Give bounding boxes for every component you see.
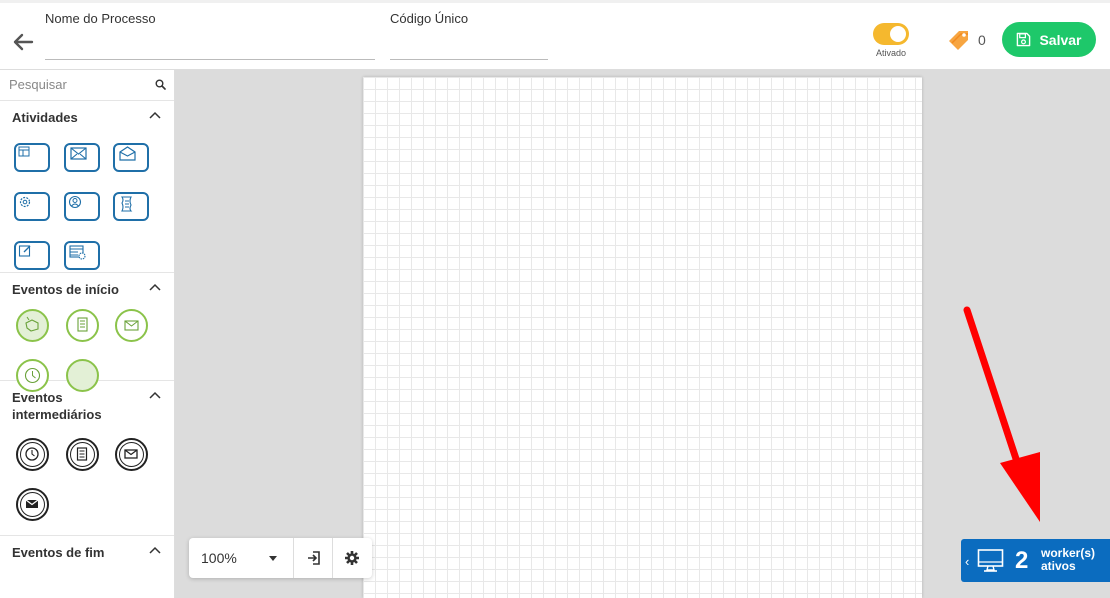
process-name-field: Nome do Processo — [45, 11, 375, 60]
process-editor: Nome do Processo Código Único Ativado 0 — [0, 0, 1110, 598]
monitor-icon — [977, 549, 1004, 572]
top-bar: Nome do Processo Código Único Ativado 0 — [0, 0, 1110, 70]
active-workers-panel[interactable]: ‹ 2 worker(s) ativos — [961, 539, 1110, 582]
section-start-events: Eventos de início — [0, 256, 174, 392]
chevron-up-icon — [149, 283, 161, 291]
chevron-left-icon[interactable]: ‹ — [965, 554, 969, 569]
toggle-knob — [890, 26, 906, 42]
tag-count: 0 — [978, 32, 986, 48]
chevron-up-icon — [149, 546, 161, 554]
workers-count: 2 — [1015, 547, 1029, 574]
section-intermediate-events-title: Eventos intermediários — [12, 390, 102, 422]
gear-icon — [345, 551, 359, 565]
script-task-icon[interactable] — [113, 192, 149, 221]
document-intermediate-icon[interactable] — [66, 438, 99, 471]
service-task-icon[interactable] — [14, 192, 50, 221]
section-activities-header[interactable]: Atividades — [0, 101, 174, 134]
section-end-events-title: Eventos de fim — [12, 545, 105, 560]
chevron-up-icon — [149, 111, 161, 119]
canvas-area[interactable]: 100% ‹ 2 worker(s) ativos — [175, 70, 1110, 598]
document-start-icon[interactable] — [66, 309, 99, 342]
fit-screen-button[interactable] — [295, 538, 333, 578]
chevron-up-icon — [149, 391, 161, 399]
section-end-events-header[interactable]: Eventos de fim — [0, 536, 174, 569]
zoom-value: 100% — [201, 550, 237, 566]
save-button-label: Salvar — [1039, 31, 1082, 48]
search-input[interactable] — [9, 77, 149, 92]
section-start-events-header[interactable]: Eventos de início — [0, 256, 174, 306]
manual-start-icon[interactable] — [16, 309, 49, 342]
unique-code-label: Código Único — [390, 11, 469, 26]
process-name-underline — [45, 59, 375, 60]
zoom-toolbar: 100% — [189, 538, 372, 578]
diagram-paper[interactable] — [363, 77, 922, 598]
floppy-disk-icon — [1017, 32, 1031, 47]
sign-in-icon — [307, 551, 320, 565]
workers-label: worker(s) ativos — [1041, 546, 1096, 573]
receive-message-task-icon[interactable] — [113, 143, 149, 172]
section-activities-title: Atividades — [12, 110, 78, 125]
message-intermediate-icon[interactable] — [115, 438, 148, 471]
section-activities: Atividades — [0, 101, 174, 273]
settings-button[interactable] — [333, 538, 371, 578]
zoom-select[interactable]: 100% — [189, 538, 294, 578]
table-task-icon[interactable] — [14, 143, 50, 172]
unique-code-input[interactable] — [390, 33, 548, 49]
save-button[interactable]: Salvar — [1002, 22, 1096, 57]
section-intermediate-events-header[interactable]: Eventos intermediários — [0, 381, 174, 431]
section-intermediate-events: Eventos intermediários — [0, 381, 174, 536]
search-icon[interactable] — [155, 79, 166, 90]
section-start-events-title: Eventos de início — [12, 282, 119, 297]
unique-code-underline — [390, 59, 548, 60]
timer-intermediate-icon[interactable] — [16, 438, 49, 471]
back-arrow-icon[interactable] — [10, 29, 36, 55]
user-task-icon[interactable] — [64, 192, 100, 221]
section-end-events: Eventos de fim — [0, 536, 174, 576]
process-name-label: Nome do Processo — [45, 11, 156, 26]
elements-sidebar: Atividades — [0, 70, 175, 598]
active-toggle[interactable] — [873, 23, 909, 45]
message-start-icon[interactable] — [115, 309, 148, 342]
unique-code-field: Código Único — [390, 11, 548, 60]
message-throw-intermediate-icon[interactable] — [16, 488, 49, 521]
tag-icon[interactable] — [946, 28, 972, 52]
caret-down-icon — [269, 556, 277, 561]
sidebar-search — [0, 70, 174, 101]
send-message-task-icon[interactable] — [64, 143, 100, 172]
active-toggle-label: Ativado — [875, 48, 907, 58]
process-name-input[interactable] — [45, 33, 375, 49]
